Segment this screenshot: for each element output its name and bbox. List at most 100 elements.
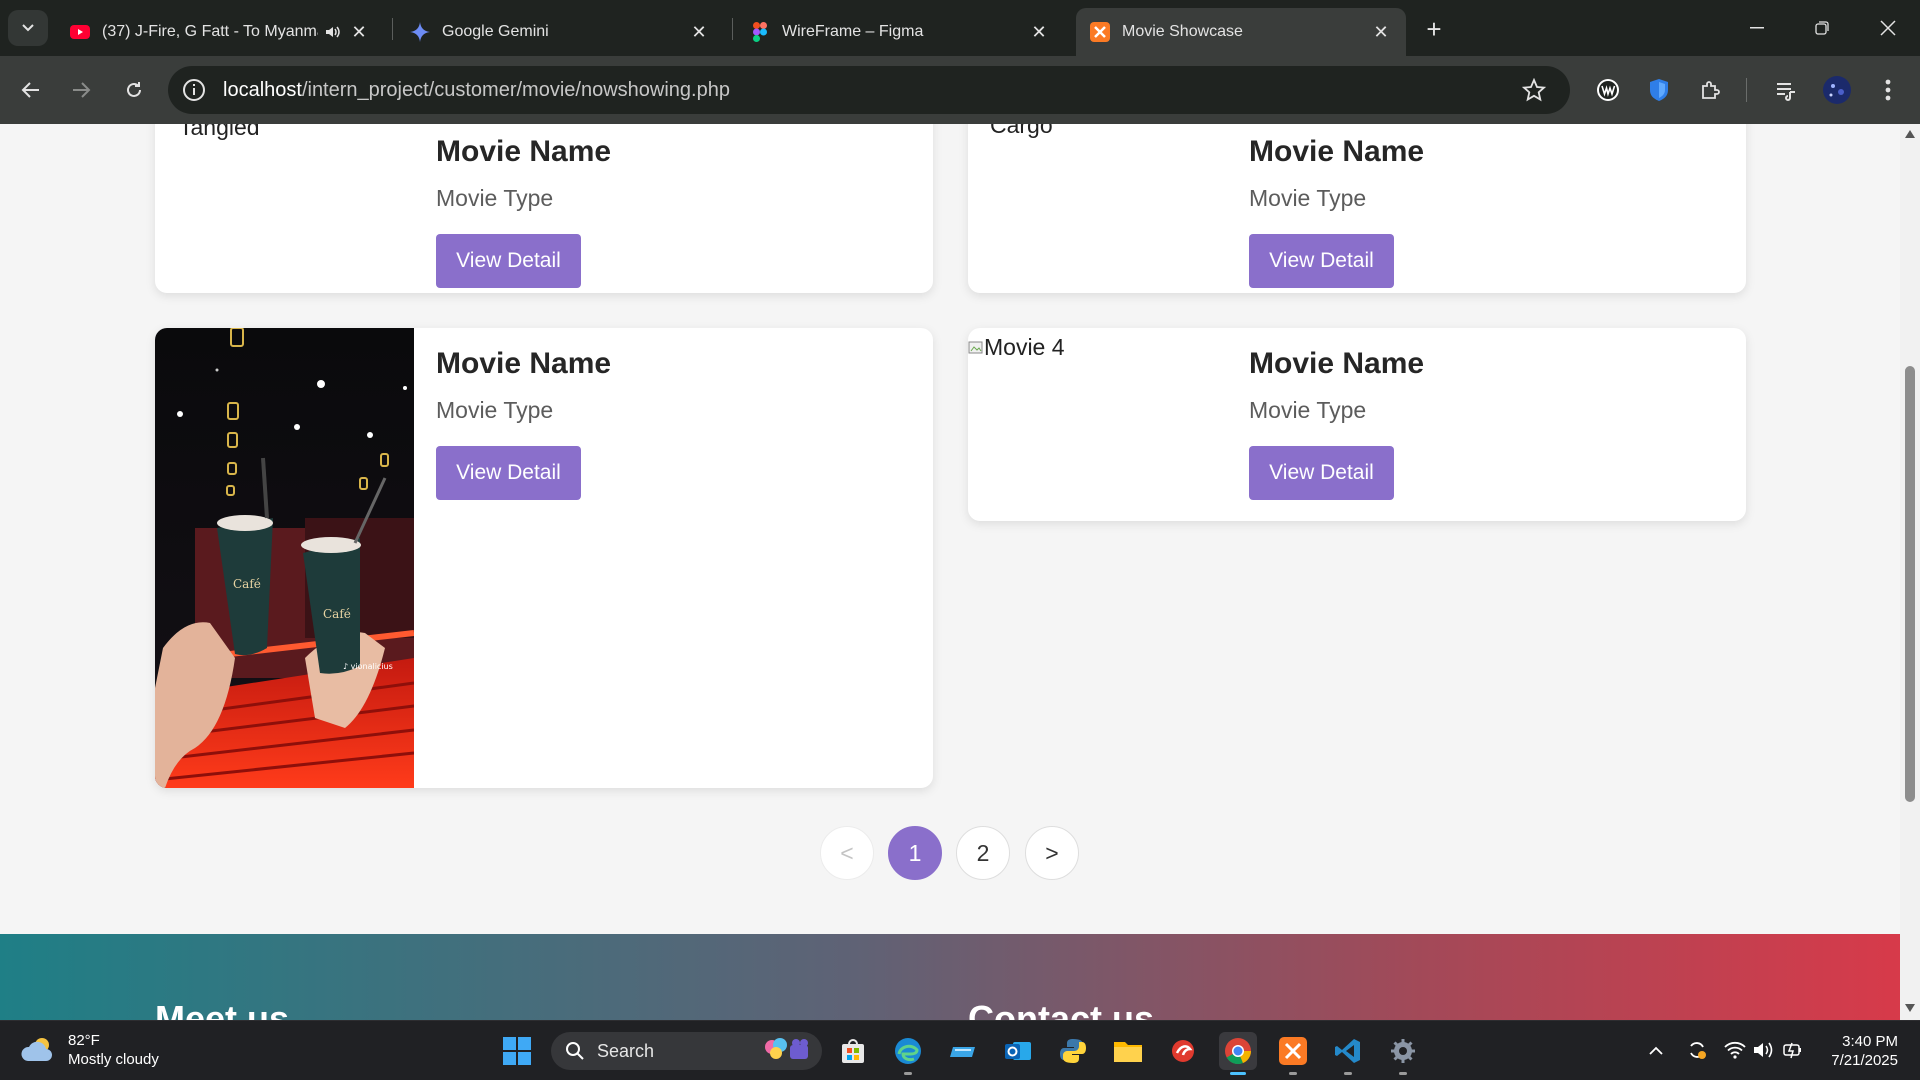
app-red-icon <box>1172 1040 1194 1062</box>
tray-volume[interactable] <box>1750 1037 1776 1063</box>
movie-type: Movie Type <box>1249 397 1367 423</box>
tray-sync[interactable] <box>1684 1037 1710 1063</box>
battery-icon <box>1783 1042 1801 1059</box>
scrollbar-thumb[interactable] <box>1905 366 1915 802</box>
running-indicator <box>1344 1072 1352 1075</box>
card-body: Movie Name Movie Type View Detail <box>1249 346 1424 500</box>
movie-type: Movie Type <box>1249 185 1367 211</box>
tray-battery[interactable] <box>1780 1037 1806 1063</box>
tab-title: Movie Showcase <box>1122 23 1243 40</box>
tab-youtube[interactable]: (37) J-Fire, G Fatt - To Myanmar ✕ <box>56 8 384 56</box>
tab-title: WireFrame – Figma <box>782 23 924 40</box>
media-control-button[interactable] <box>1768 72 1804 108</box>
broken-image-icon <box>968 341 983 354</box>
movie-poster: Cargo <box>968 124 1227 293</box>
windows-logo-icon <box>503 1037 531 1065</box>
extensions-button[interactable] <box>1693 72 1729 108</box>
movie-card: Café Café ♪ vionalicius Movie Name Movie… <box>155 328 933 788</box>
extension-shield-button[interactable] <box>1641 72 1677 108</box>
page-scrollbar[interactable] <box>1900 124 1920 1020</box>
tab-separator <box>732 18 733 40</box>
weather-temp: 82°F <box>68 1032 100 1049</box>
youtube-icon <box>70 22 90 42</box>
view-detail-button[interactable]: View Detail <box>436 446 581 500</box>
back-button[interactable] <box>13 72 49 108</box>
profile-avatar[interactable] <box>1819 72 1855 108</box>
weather-condition: Mostly cloudy <box>68 1051 159 1068</box>
show-hidden-icons-button[interactable] <box>1643 1037 1669 1063</box>
tab-gemini[interactable]: Google Gemini ✕ <box>396 8 724 56</box>
pagination-page-2[interactable]: 2 <box>956 826 1010 880</box>
view-detail-button[interactable]: View Detail <box>1249 446 1394 500</box>
system-clock[interactable]: 3:40 PM 7/21/2025 <box>1820 1032 1898 1070</box>
xampp-icon <box>1279 1037 1307 1065</box>
scroll-down-icon[interactable] <box>1904 1002 1916 1014</box>
taskbar-settings[interactable] <box>1384 1032 1422 1075</box>
new-tab-button[interactable]: + <box>1417 14 1451 44</box>
address-bar[interactable]: localhost/intern_project/customer/movie/… <box>168 66 1570 114</box>
taskbar-search[interactable]: Search <box>551 1032 822 1070</box>
view-detail-button[interactable]: View Detail <box>1249 234 1394 288</box>
extension-w-button[interactable] <box>1590 72 1626 108</box>
speaker-icon <box>1754 1042 1773 1058</box>
taskbar-vscode[interactable] <box>1329 1032 1367 1075</box>
movie-type: Movie Type <box>436 185 554 211</box>
svg-text:♪ vionalicius: ♪ vionalicius <box>343 662 393 671</box>
tray-wifi[interactable] <box>1722 1037 1748 1063</box>
view-detail-button[interactable]: View Detail <box>436 234 581 288</box>
running-indicator <box>904 1072 912 1075</box>
movie-poster: Tangled <box>155 124 414 293</box>
close-icon[interactable]: ✕ <box>1370 21 1392 43</box>
taskbar-app-red[interactable] <box>1164 1032 1202 1070</box>
scanner-icon <box>950 1047 975 1057</box>
url-path: /intern_project/customer/movie/nowshowin… <box>301 79 730 101</box>
sync-icon <box>1690 1042 1706 1059</box>
taskbar-scanner[interactable] <box>944 1032 982 1070</box>
taskbar-chrome[interactable] <box>1219 1032 1257 1075</box>
taskbar-store[interactable] <box>834 1032 872 1070</box>
taskbar-file-explorer[interactable] <box>1109 1032 1147 1070</box>
footer-meet-heading: Meet us <box>155 998 290 1020</box>
taskbar-edge[interactable] <box>889 1032 927 1075</box>
folder-icon <box>1114 1042 1142 1062</box>
pagination-prev-button[interactable]: < <box>820 826 874 880</box>
store-icon <box>842 1039 864 1063</box>
movie-poster: Café Café ♪ vionalicius <box>155 328 414 788</box>
outlook-icon <box>1005 1042 1031 1060</box>
movie-card: Movie 4 Movie Name Movie Type View Detai… <box>968 328 1746 521</box>
tab-search-button[interactable] <box>8 10 48 46</box>
close-icon[interactable]: ✕ <box>688 21 710 43</box>
poster-alt-label: Movie 4 <box>984 334 1065 360</box>
tab-movie-showcase[interactable]: Movie Showcase ✕ <box>1076 8 1406 56</box>
movie-poster: Movie 4 <box>968 328 1227 521</box>
restore-button[interactable] <box>1797 10 1847 46</box>
chrome-icon <box>1225 1038 1251 1065</box>
browser-toolbar: localhost/intern_project/customer/movie/… <box>0 56 1920 124</box>
star-icon[interactable] <box>1521 77 1547 107</box>
toolbar-divider <box>1746 78 1747 102</box>
scroll-up-icon[interactable] <box>1904 128 1916 140</box>
start-button[interactable] <box>498 1032 536 1070</box>
reload-button[interactable] <box>116 72 152 108</box>
reload-icon <box>127 82 141 97</box>
minimize-button[interactable] <box>1732 10 1782 46</box>
running-indicator <box>1399 1072 1407 1075</box>
close-window-button[interactable] <box>1863 10 1913 46</box>
close-icon[interactable]: ✕ <box>348 21 370 43</box>
puzzle-icon <box>1702 81 1720 99</box>
tab-figma[interactable]: WireFrame – Figma ✕ <box>736 8 1064 56</box>
taskbar-python[interactable] <box>1054 1032 1092 1070</box>
site-footer: Meet us Contact us <box>0 934 1900 1020</box>
close-icon[interactable]: ✕ <box>1028 21 1050 43</box>
site-info-icon[interactable] <box>182 78 206 107</box>
search-highlight-icon <box>765 1038 808 1059</box>
pagination-next-button[interactable]: > <box>1025 826 1079 880</box>
taskbar-outlook[interactable] <box>999 1032 1037 1070</box>
speaker-icon[interactable] <box>324 23 342 41</box>
menu-button[interactable] <box>1870 72 1906 108</box>
pagination-page-1[interactable]: 1 <box>888 826 942 880</box>
taskbar-xampp[interactable] <box>1274 1032 1312 1075</box>
url-text[interactable]: localhost/intern_project/customer/movie/… <box>223 66 730 114</box>
forward-button[interactable] <box>63 72 99 108</box>
weather-widget[interactable]: 82°F Mostly cloudy <box>20 1031 159 1069</box>
